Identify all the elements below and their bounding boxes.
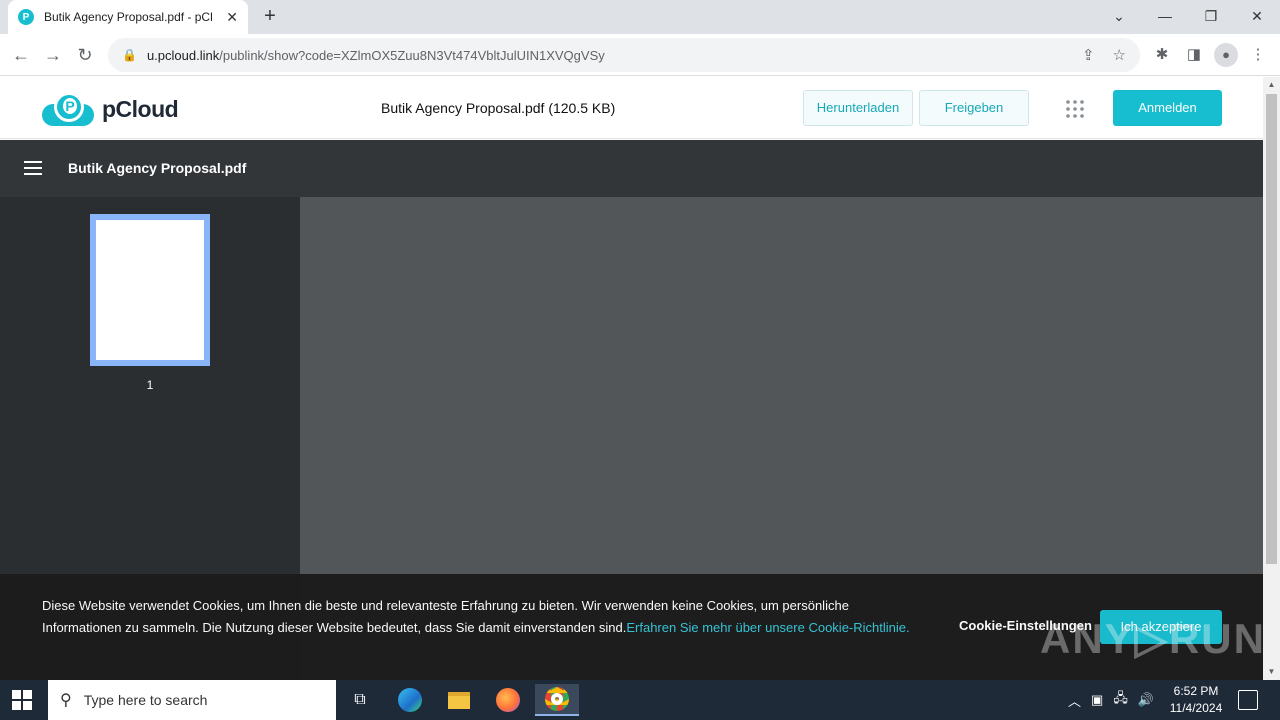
viewer-title: Butik Agency Proposal.pdf — [68, 160, 247, 176]
clock-date: 11/4/2024 — [1169, 701, 1223, 715]
lock-icon: 🔒 — [122, 48, 137, 62]
pcloud-favicon-icon: P — [18, 9, 34, 25]
firefox-icon[interactable] — [486, 684, 530, 716]
windows-start-icon[interactable] — [12, 690, 32, 710]
chrome-menu-icon[interactable]: ⋮ — [1246, 43, 1270, 67]
address-bar[interactable]: 🔒 u.pcloud.link/publink/show?code=XZlmOX… — [108, 38, 1140, 72]
clock-time: 6:52 PM — [1173, 684, 1219, 698]
brand-name: pCloud — [102, 95, 179, 122]
scroll-down-arrow-icon[interactable]: ▼ — [1263, 664, 1280, 680]
url-text: u.pcloud.link/publink/show?code=XZlmOX5Z… — [146, 47, 605, 63]
notification-icon[interactable] — [1238, 690, 1258, 710]
taskbar-clock[interactable]: 6:52 PM 11/4/2024 — [1160, 683, 1232, 717]
minimize-button[interactable]: — — [1150, 4, 1180, 28]
tab-title: Butik Agency Proposal.pdf - pCl — [44, 10, 213, 24]
volume-icon[interactable]: 🔊 — [1138, 692, 1154, 708]
network-icon[interactable]: 🖧 — [1113, 689, 1128, 711]
signin-button[interactable]: Anmelden — [1113, 90, 1222, 126]
reload-button[interactable]: ↻ — [72, 42, 98, 68]
system-tray: ︿ ▣ 🖧 🔊 — [1068, 680, 1154, 720]
cookie-policy-link[interactable]: Erfahren Sie mehr über unsere Cookie-Ric… — [626, 620, 909, 635]
browser-tab[interactable]: P Butik Agency Proposal.pdf - pCl ✕ — [8, 0, 248, 34]
forward-button[interactable]: → — [40, 42, 66, 68]
scrollbar-thumb[interactable] — [1266, 94, 1277, 564]
task-view-icon[interactable]: ⧉ — [338, 684, 382, 716]
tab-close-icon[interactable]: ✕ — [226, 9, 238, 26]
back-button[interactable]: ← — [8, 42, 34, 68]
share-button[interactable]: Freigeben — [919, 90, 1029, 126]
extensions-puzzle-icon[interactable]: ✱ — [1150, 43, 1174, 67]
sidebar-menu-icon[interactable] — [24, 161, 42, 175]
page-thumbnail[interactable] — [90, 214, 210, 366]
edge-icon[interactable] — [388, 684, 432, 716]
anyrun-watermark: ANY▷RUN — [1040, 615, 1266, 662]
pcloud-logo[interactable]: P pCloud — [42, 92, 179, 126]
tray-chevron-icon[interactable]: ︿ — [1068, 691, 1081, 710]
share-page-icon[interactable]: ⇪ — [1082, 46, 1095, 64]
cookie-banner: Diese Website verwendet Cookies, um Ihne… — [0, 574, 1266, 680]
pcloud-cloud-icon: P — [42, 92, 94, 126]
browser-toolbar: ← → ↻ 🔒 u.pcloud.link/publink/show?code=… — [0, 34, 1280, 76]
scroll-up-arrow-icon[interactable]: ▲ — [1263, 77, 1280, 93]
taskbar-search-box[interactable]: ⚲ Type here to search — [48, 680, 336, 720]
side-panel-icon[interactable]: ◨ — [1182, 43, 1206, 67]
apps-grid-icon[interactable] — [1066, 100, 1084, 118]
chrome-taskbar-icon[interactable] — [535, 684, 579, 716]
file-explorer-icon[interactable] — [437, 684, 481, 716]
download-button[interactable]: Herunterladen — [803, 90, 913, 126]
device-icon[interactable]: ▣ — [1091, 692, 1103, 708]
restore-button[interactable]: ❐ — [1196, 4, 1226, 28]
bookmark-star-icon[interactable]: ☆ — [1113, 46, 1126, 64]
tab-search-chevron-icon[interactable]: ⌄ — [1104, 4, 1134, 28]
cookie-text: Diese Website verwendet Cookies, um Ihne… — [42, 598, 910, 635]
windows-taskbar: ⚲ Type here to search ⧉ ︿ ▣ 🖧 🔊 6:52 PM … — [0, 680, 1280, 720]
pcloud-header: P pCloud Butik Agency Proposal.pdf (120.… — [0, 77, 1263, 139]
browser-tab-strip: P Butik Agency Proposal.pdf - pCl ✕ + ⌄ … — [0, 0, 1280, 34]
taskbar-search-placeholder: Type here to search — [83, 692, 208, 708]
pdf-viewer-toolbar: Butik Agency Proposal.pdf — [0, 140, 1263, 197]
file-title: Butik Agency Proposal.pdf (120.5 KB) — [381, 100, 616, 116]
page-number-label: 1 — [146, 378, 154, 392]
close-window-button[interactable]: ✕ — [1242, 4, 1272, 28]
profile-avatar-icon[interactable]: ● — [1214, 43, 1238, 67]
search-icon: ⚲ — [60, 692, 72, 709]
new-tab-button[interactable]: + — [258, 4, 282, 28]
page-scrollbar[interactable]: ▲ ▼ — [1263, 77, 1280, 680]
